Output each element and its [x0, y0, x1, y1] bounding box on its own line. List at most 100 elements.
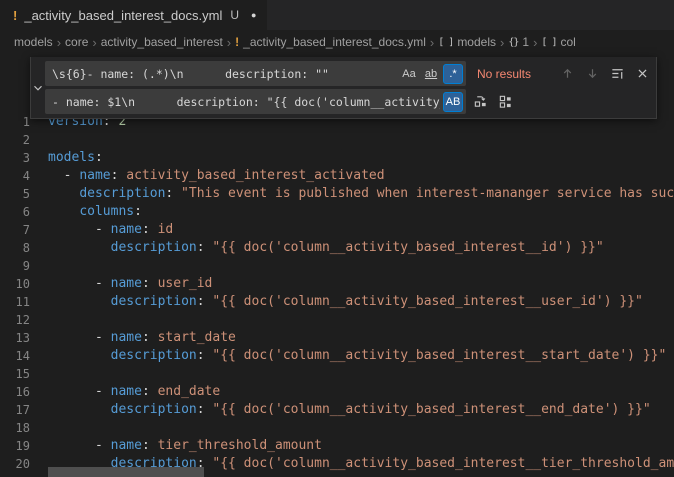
line-number: 9 [0, 257, 30, 275]
breadcrumb-separator-icon: › [500, 35, 504, 50]
code-text: models: [30, 149, 674, 167]
regex-toggle[interactable]: .* [443, 64, 463, 84]
replace-all-button[interactable] [494, 91, 516, 113]
breadcrumb-item[interactable]: [ ] models [438, 35, 496, 49]
code-text: description: "{{ doc('column__activity_b… [30, 401, 674, 419]
symbol-array-icon: [ ] [541, 37, 556, 48]
git-status-badge: U [230, 8, 239, 22]
code-line[interactable]: 15 [0, 365, 674, 383]
chevron-down-icon [31, 81, 45, 95]
code-line[interactable]: 8 description: "{{ doc('column__activity… [0, 239, 674, 257]
line-number: 14 [0, 347, 30, 365]
whole-word-toggle[interactable]: ab [421, 64, 441, 84]
dirty-indicator-icon[interactable]: ● [251, 10, 256, 20]
code-line[interactable]: 10 - name: user_id [0, 275, 674, 293]
code-line[interactable]: 18 [0, 419, 674, 437]
replace-input-value: - name: $1\n description: "{{ doc('colum… [45, 95, 440, 109]
find-replace-widget: \s{6}- name: (.*)\n description: "" Aa a… [30, 57, 657, 119]
symbol-object-icon: {} [508, 37, 518, 48]
code-line[interactable]: 12 [0, 311, 674, 329]
code-text: - name: user_id [30, 275, 674, 293]
breadcrumb-label: models [14, 35, 53, 49]
code-text: - name: activity_based_interest_activate… [30, 167, 674, 185]
find-input[interactable]: \s{6}- name: (.*)\n description: "" Aa a… [45, 61, 466, 86]
match-case-toggle[interactable]: Aa [399, 64, 419, 84]
code-line[interactable]: 14 description: "{{ doc('column__activit… [0, 347, 674, 365]
code-line[interactable]: 19 - name: tier_threshold_amount [0, 437, 674, 455]
code-line[interactable]: 17 description: "{{ doc('column__activit… [0, 401, 674, 419]
horizontal-scrollbar-thumb[interactable] [48, 467, 204, 477]
code-line[interactable]: 7 - name: id [0, 221, 674, 239]
line-number: 5 [0, 185, 30, 203]
warning-file-icon: ! [235, 35, 239, 49]
line-number: 20 [0, 455, 30, 473]
code-text: columns: [30, 203, 674, 221]
find-in-selection-button[interactable] [606, 63, 628, 85]
tab-title: _activity_based_interest_docs.yml [24, 8, 222, 23]
line-number: 1 [0, 113, 30, 131]
breadcrumb-label: _activity_based_interest_docs.yml [243, 35, 426, 49]
breadcrumb-separator-icon: › [92, 35, 96, 50]
replace-input[interactable]: - name: $1\n description: "{{ doc('colum… [45, 89, 466, 114]
code-text: - name: end_date [30, 383, 674, 401]
file-warning-icon: ! [13, 8, 17, 23]
code-line[interactable]: 4 - name: activity_based_interest_activa… [0, 167, 674, 185]
breadcrumb-label: activity_based_interest [101, 35, 223, 49]
toggle-replace-button[interactable] [31, 57, 45, 118]
replace-button[interactable] [469, 91, 491, 113]
breadcrumb-label: 1 [522, 35, 529, 49]
breadcrumb-item[interactable]: [ ]col [541, 35, 575, 49]
code-text [30, 419, 674, 437]
previous-match-button[interactable] [556, 63, 578, 85]
breadcrumb-separator-icon: › [533, 35, 537, 50]
line-number: 11 [0, 293, 30, 311]
line-number: 3 [0, 149, 30, 167]
line-number: 4 [0, 167, 30, 185]
code-line[interactable]: 16 - name: end_date [0, 383, 674, 401]
line-number: 2 [0, 131, 30, 149]
code-line[interactable]: 11 description: "{{ doc('column__activit… [0, 293, 674, 311]
breadcrumb-label: core [65, 35, 88, 49]
next-match-button[interactable] [581, 63, 603, 85]
breadcrumb-separator-icon: › [430, 35, 434, 50]
breadcrumb-item[interactable]: core [65, 35, 88, 49]
vscode-window: ! _activity_based_interest_docs.yml U ● … [0, 0, 674, 477]
line-number: 10 [0, 275, 30, 293]
line-number: 6 [0, 203, 30, 221]
code-line[interactable]: 6 columns: [0, 203, 674, 221]
code-text: - name: start_date [30, 329, 674, 347]
breadcrumb-item[interactable]: activity_based_interest [101, 35, 223, 49]
breadcrumb-separator-icon: › [57, 35, 61, 50]
close-button[interactable] [631, 63, 653, 85]
breadcrumb-label: models [457, 35, 496, 49]
code-text: description: "This event is published wh… [30, 185, 674, 203]
tab-bar: ! _activity_based_interest_docs.yml U ● [0, 0, 674, 30]
line-number: 7 [0, 221, 30, 239]
breadcrumb-item[interactable]: {} 1 [508, 35, 529, 49]
code-line[interactable]: 5 description: "This event is published … [0, 185, 674, 203]
code-text [30, 257, 674, 275]
code-text [30, 365, 674, 383]
code-line[interactable]: 9 [0, 257, 674, 275]
symbol-array-icon: [ ] [438, 37, 453, 48]
line-number: 12 [0, 311, 30, 329]
breadcrumb-item[interactable]: ! _activity_based_interest_docs.yml [235, 35, 426, 49]
preserve-case-toggle[interactable]: AB [443, 92, 463, 112]
code-line[interactable]: 2 [0, 131, 674, 149]
editor-tab[interactable]: ! _activity_based_interest_docs.yml U ● [0, 0, 267, 30]
code-line[interactable]: 13 - name: start_date [0, 329, 674, 347]
breadcrumb: models › core › activity_based_interest ›! _ac… [0, 30, 674, 54]
code-text: description: "{{ doc('column__activity_b… [30, 293, 674, 311]
find-results-count: No results [477, 67, 547, 81]
breadcrumb-item[interactable]: models [14, 35, 53, 49]
code-text [30, 311, 674, 329]
code-text: description: "{{ doc('column__activity_b… [30, 347, 674, 365]
code-line[interactable]: 3models: [0, 149, 674, 167]
breadcrumb-separator-icon: › [227, 35, 231, 50]
line-number: 18 [0, 419, 30, 437]
code-text: - name: id [30, 221, 674, 239]
line-number: 8 [0, 239, 30, 257]
find-input-value: \s{6}- name: (.*)\n description: "" [45, 67, 396, 81]
line-number: 17 [0, 401, 30, 419]
line-number: 15 [0, 365, 30, 383]
